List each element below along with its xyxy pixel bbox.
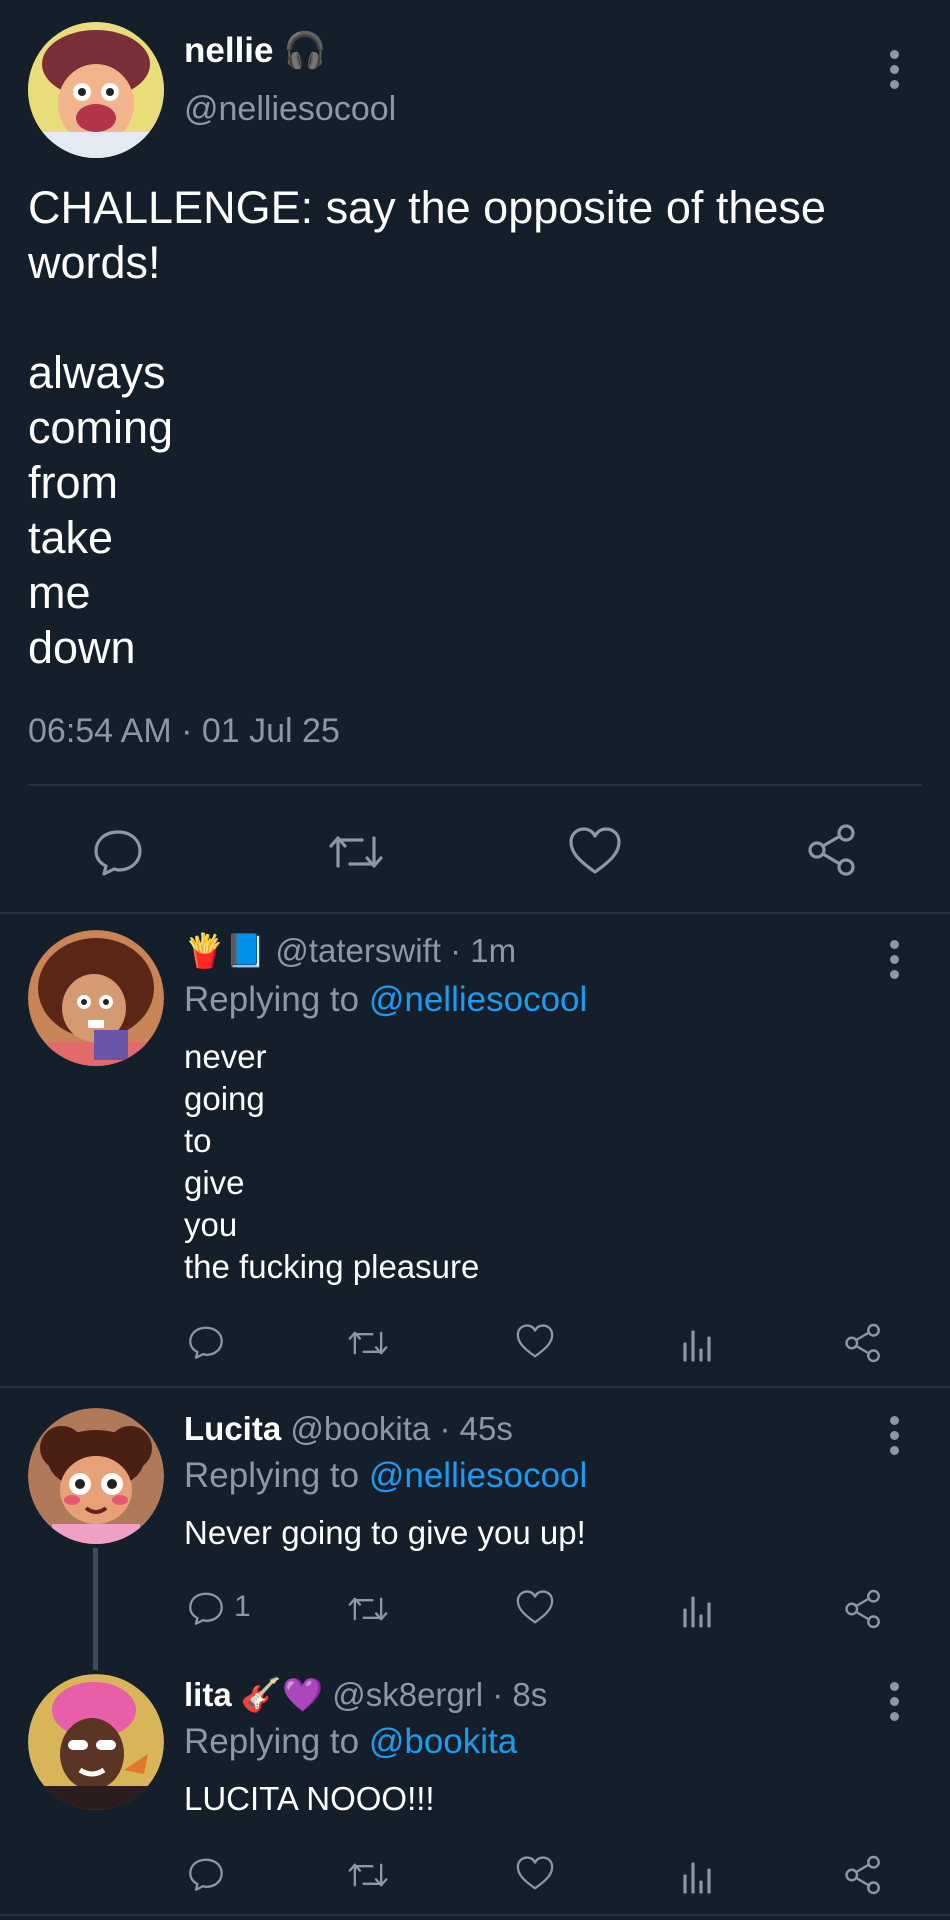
reply-body: Never going to give you up! — [184, 1512, 586, 1554]
replying-to-label: Replying to — [184, 980, 360, 1019]
user-handle[interactable]: @nelliesocool — [184, 90, 396, 129]
more-options-icon[interactable] — [890, 1416, 900, 1460]
reply-icon[interactable] — [186, 1854, 226, 1894]
thread-line — [93, 1548, 98, 1670]
share-icon[interactable] — [842, 1322, 884, 1364]
post-time: · 1m — [450, 932, 517, 969]
more-options-icon[interactable] — [890, 50, 900, 94]
post-time: · 8s — [492, 1676, 548, 1713]
user-emoji: 🍟📘 — [184, 932, 267, 969]
avatar[interactable] — [28, 1674, 164, 1810]
replying-to-link[interactable]: @bookita — [369, 1722, 517, 1761]
reply-line: to — [184, 1122, 212, 1159]
reply-line: LUCITA NOOO!!! — [184, 1780, 435, 1817]
divider — [0, 1914, 950, 1916]
reply-line: going — [184, 1080, 265, 1117]
retweet-icon[interactable] — [346, 1324, 390, 1362]
avatar[interactable] — [28, 1408, 164, 1544]
user-handle[interactable]: @taterswift — [275, 932, 441, 969]
post-line — [28, 290, 826, 345]
headphones-icon: 🎧 — [283, 31, 327, 70]
replying-to-link[interactable]: @nelliesocool — [369, 1456, 587, 1495]
reply-line: the fucking pleasure — [184, 1248, 480, 1285]
retweet-icon[interactable] — [346, 1590, 390, 1628]
replying-to-label: Replying to — [184, 1722, 360, 1761]
reply-icon[interactable] — [186, 1588, 226, 1628]
user-handle[interactable]: @sk8ergrl — [332, 1676, 483, 1713]
post-line: from — [28, 457, 118, 508]
divider — [0, 912, 950, 914]
post-time: · 45s — [439, 1410, 513, 1447]
share-icon[interactable] — [804, 822, 860, 878]
more-options-icon[interactable] — [890, 1682, 900, 1726]
display-name[interactable]: nellie — [184, 31, 273, 70]
reply-body: never going to give you the fucking plea… — [184, 1036, 479, 1288]
post-timestamp: 06:54 AM · 01 Jul 25 — [28, 712, 340, 750]
user-handle[interactable]: @bookita — [290, 1410, 430, 1447]
retweet-icon[interactable] — [326, 826, 386, 878]
replying-to-label: Replying to — [184, 1456, 360, 1495]
reply-icon[interactable] — [90, 824, 146, 880]
display-name[interactable]: lita — [184, 1676, 232, 1713]
reply-count: 1 — [234, 1590, 251, 1623]
post-line: words! — [28, 237, 161, 288]
divider — [0, 1386, 950, 1388]
post-body: CHALLENGE: say the opposite of these wor… — [28, 180, 826, 675]
more-options-icon[interactable] — [890, 940, 900, 984]
reply-line: give — [184, 1164, 245, 1201]
avatar[interactable] — [28, 22, 164, 158]
avatar[interactable] — [28, 930, 164, 1066]
reply-line: never — [184, 1038, 267, 1075]
share-icon[interactable] — [842, 1588, 884, 1630]
analytics-icon[interactable] — [680, 1854, 714, 1894]
post-line: coming — [28, 402, 174, 453]
reply-line: Never going to give you up! — [184, 1514, 586, 1551]
retweet-icon[interactable] — [346, 1856, 390, 1894]
post-line: me — [28, 567, 91, 618]
post-line: CHALLENGE: say the opposite of these — [28, 182, 826, 233]
replying-to-link[interactable]: @nelliesocool — [369, 980, 587, 1019]
analytics-icon[interactable] — [680, 1588, 714, 1628]
share-icon[interactable] — [842, 1854, 884, 1896]
post-line: always — [28, 347, 166, 398]
reply-body: LUCITA NOOO!!! — [184, 1778, 435, 1820]
reply-icon[interactable] — [186, 1322, 226, 1362]
analytics-icon[interactable] — [680, 1322, 714, 1362]
like-icon[interactable] — [514, 1322, 556, 1362]
divider — [28, 784, 922, 786]
reply-line: you — [184, 1206, 238, 1243]
display-name[interactable]: Lucita — [184, 1410, 281, 1447]
user-emoji: 🎸💜 — [240, 1676, 324, 1713]
post-line: down — [28, 622, 136, 673]
like-icon[interactable] — [514, 1588, 556, 1628]
like-icon[interactable] — [566, 824, 624, 880]
like-icon[interactable] — [514, 1854, 556, 1894]
post-line: take — [28, 512, 114, 563]
